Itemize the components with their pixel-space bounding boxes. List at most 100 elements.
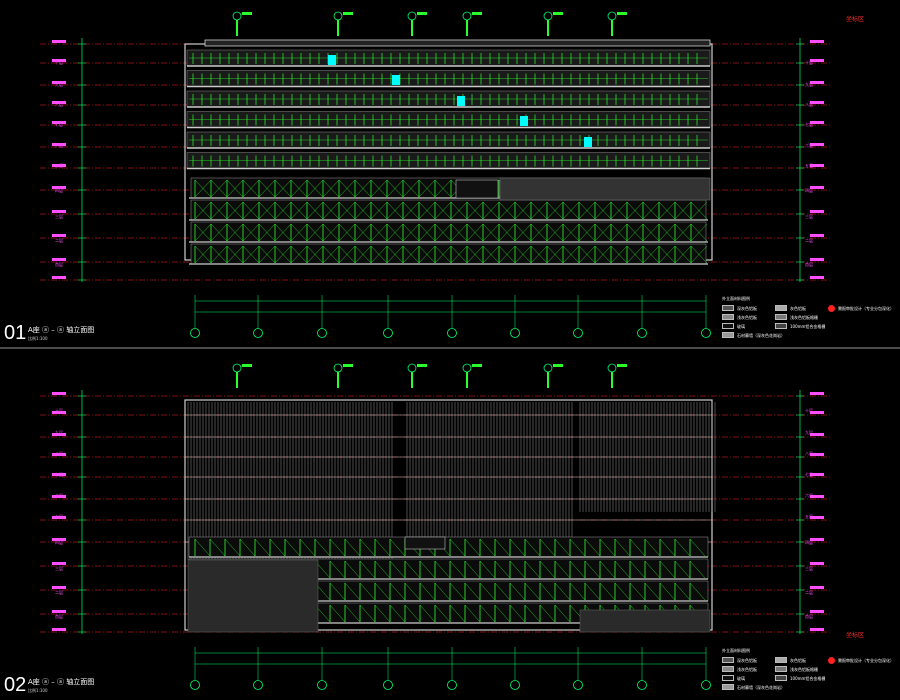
legend-swatch — [775, 305, 787, 311]
elevation-tag — [52, 210, 66, 213]
floor-label: 八层 — [805, 451, 813, 456]
axis-bubble-icon — [447, 680, 457, 690]
elevation-tag — [810, 610, 824, 613]
section-marker-tag — [472, 364, 482, 367]
legend-item: 灰色铝板 — [790, 306, 806, 311]
legend-swatch — [775, 323, 787, 329]
elevation-tag — [810, 586, 824, 589]
floor-label: 首层 — [55, 614, 63, 619]
elevation-tag — [810, 234, 824, 237]
elevation-tag — [810, 210, 824, 213]
floor-label: 六层 — [55, 493, 63, 498]
elevation-tag — [810, 258, 824, 261]
legend-item: 深灰色铝板 — [737, 306, 757, 311]
elevation-tag — [52, 234, 66, 237]
floor-label: 九层 — [805, 82, 813, 87]
elevation-tag — [52, 628, 66, 631]
axis-bubble-icon — [637, 680, 647, 690]
elevation-tag — [52, 276, 66, 279]
floor-label: 四层 — [55, 540, 63, 545]
section-marker-tag — [417, 364, 427, 367]
legend-swatch — [722, 323, 734, 329]
roof-parapet — [204, 39, 711, 47]
section-marker-tag — [343, 12, 353, 15]
axis-bubble-icon — [190, 328, 200, 338]
axis-bubble-icon — [510, 680, 520, 690]
legend-title: 外立面材料图例 — [722, 648, 750, 653]
section-marker-icon — [232, 11, 242, 21]
drawing-number-01: 01 — [4, 322, 27, 344]
axis-bubble-icon — [253, 680, 263, 690]
axis-bubble-icon — [253, 328, 263, 338]
floor-label: 九层 — [55, 430, 63, 435]
accent-panel — [584, 137, 592, 147]
section-marker-icon — [462, 11, 472, 21]
floor-label: 十层 — [805, 408, 813, 413]
drawing-number-02: 02 — [4, 674, 27, 696]
axis-bubble-icon — [701, 328, 711, 338]
stone-panel — [579, 609, 711, 633]
legend-swatch — [775, 657, 787, 663]
section-marker-icon — [607, 363, 617, 373]
axis-bubble-icon — [701, 680, 711, 690]
axis-bubble-icon — [573, 680, 583, 690]
legend-title: 外立面材料图例 — [722, 296, 750, 301]
axis-bubble-icon — [510, 328, 520, 338]
section-marker-tag — [417, 12, 427, 15]
axis-bubble-icon — [637, 328, 647, 338]
legend-swatch — [722, 684, 734, 690]
elevation-tag — [52, 562, 66, 565]
legend-swatch — [775, 314, 787, 320]
floor-label: 九层 — [55, 82, 63, 87]
section-marker-tag — [553, 12, 563, 15]
legend-swatch — [722, 666, 734, 672]
floor-label: 首层 — [55, 262, 63, 267]
section-marker-icon — [607, 11, 617, 21]
floor-label: 五层 — [805, 163, 813, 168]
legend-item: 玻璃 — [737, 676, 745, 681]
floor-label: 二层 — [805, 238, 813, 243]
cad-elevation-drawing — [0, 11, 900, 690]
special-marker-icon — [828, 657, 835, 664]
floor-label: 二层 — [805, 590, 813, 595]
legend-item: 浅灰色铝板 — [737, 315, 757, 320]
floor-label: 五层 — [805, 514, 813, 519]
legend-swatch — [722, 657, 734, 663]
floor-label: 八层 — [55, 102, 63, 107]
drawing-scale-01: 比例1:100 — [28, 336, 48, 341]
floor-label: 五层 — [55, 514, 63, 519]
elevation-tag — [52, 586, 66, 589]
legend-item: 浅灰色铝板 — [737, 667, 757, 672]
section-marker-icon — [407, 363, 417, 373]
section-marker-tag — [242, 364, 252, 367]
floor-label: 首层 — [805, 614, 813, 619]
section-marker-tag — [617, 364, 627, 367]
axis-bubble-icon — [383, 328, 393, 338]
elevation-tag — [810, 628, 824, 631]
legend-item: 浅灰色铝板格栅 — [790, 667, 818, 672]
floor-label: 八层 — [55, 451, 63, 456]
floor-label: 六层 — [805, 143, 813, 148]
axis-bubble-icon — [317, 328, 327, 338]
floor-label: 三层 — [805, 214, 813, 219]
elevation-tag — [52, 610, 66, 613]
section-marker-icon — [543, 363, 553, 373]
section-marker-tag — [242, 12, 252, 15]
elevation-tag — [810, 276, 824, 279]
floor-label: 二层 — [55, 238, 63, 243]
floor-label: 首层 — [805, 262, 813, 267]
legend-special: 需报审批设计（专业分包深化） — [838, 658, 894, 663]
accent-panel — [328, 55, 336, 65]
section-marker-tag — [343, 364, 353, 367]
section-marker-tag — [617, 12, 627, 15]
stone-panel — [187, 559, 319, 633]
section-marker-icon — [407, 11, 417, 21]
floor-label: 三层 — [55, 214, 63, 219]
floor-label: 四层 — [805, 188, 813, 193]
floor-label: 四层 — [805, 540, 813, 545]
floor-label: 九层 — [805, 430, 813, 435]
floor-label: 七层 — [805, 472, 813, 477]
elevation-tag — [52, 258, 66, 261]
legend-item: 100mm铝合金格栅 — [790, 676, 826, 681]
floor-label: 三层 — [805, 566, 813, 571]
